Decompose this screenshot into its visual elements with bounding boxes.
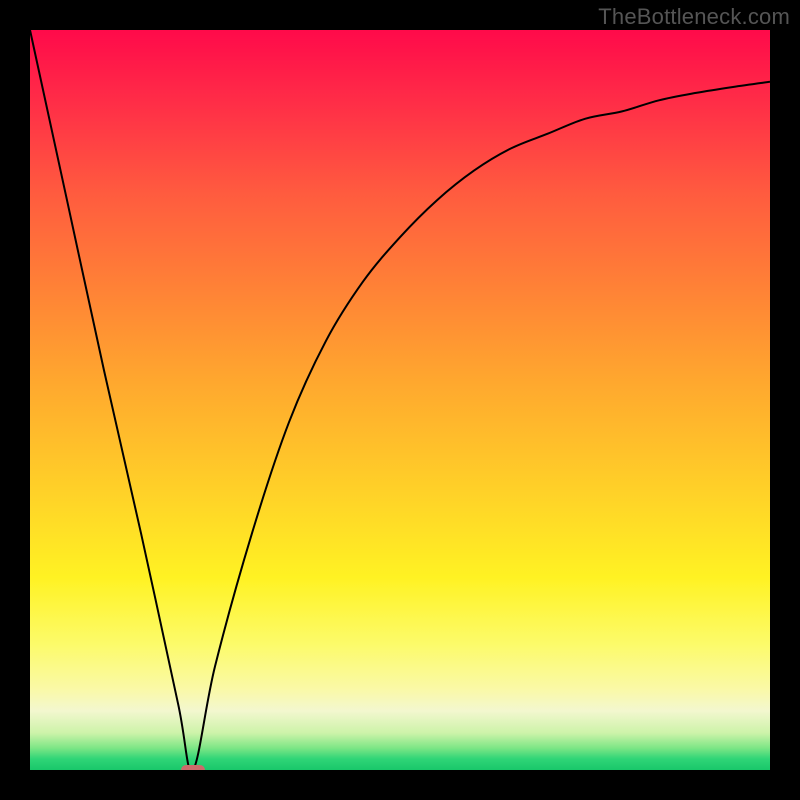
watermark-text: TheBottleneck.com	[598, 4, 790, 30]
curve-svg	[30, 30, 770, 770]
bottleneck-curve	[30, 30, 770, 770]
chart-frame: TheBottleneck.com	[0, 0, 800, 800]
plot-area	[30, 30, 770, 770]
minimum-marker	[181, 765, 205, 770]
